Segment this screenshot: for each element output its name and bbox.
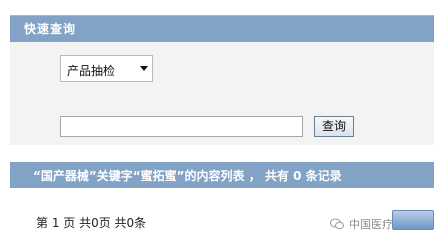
pagination-info: 第 1 页 共0页 共0条 xyxy=(36,216,147,230)
quick-search-header: 快速查询 xyxy=(10,15,434,42)
results-title: “国产器械”关键字“蜜拓蜜”的内容列表 ， 共有 0 条记录 xyxy=(33,169,342,183)
page: 快速查询 产品抽检 查询 “国产器械”关键字“蜜拓蜜”的内容列表 ， 共有 0 … xyxy=(0,0,434,243)
wechat-icon xyxy=(330,218,344,230)
search-input[interactable] xyxy=(60,116,303,137)
category-select-value: 产品抽检 xyxy=(67,64,116,78)
quick-search-panel: 快速查询 产品抽检 查询 xyxy=(10,15,434,145)
chevron-down-icon xyxy=(140,66,148,71)
corner-button[interactable] xyxy=(392,210,434,230)
quick-search-title: 快速查询 xyxy=(24,22,77,36)
query-button[interactable]: 查询 xyxy=(314,116,354,137)
results-header: “国产器械”关键字“蜜拓蜜”的内容列表 ， 共有 0 条记录 xyxy=(10,162,434,188)
category-select[interactable]: 产品抽检 xyxy=(60,55,153,82)
